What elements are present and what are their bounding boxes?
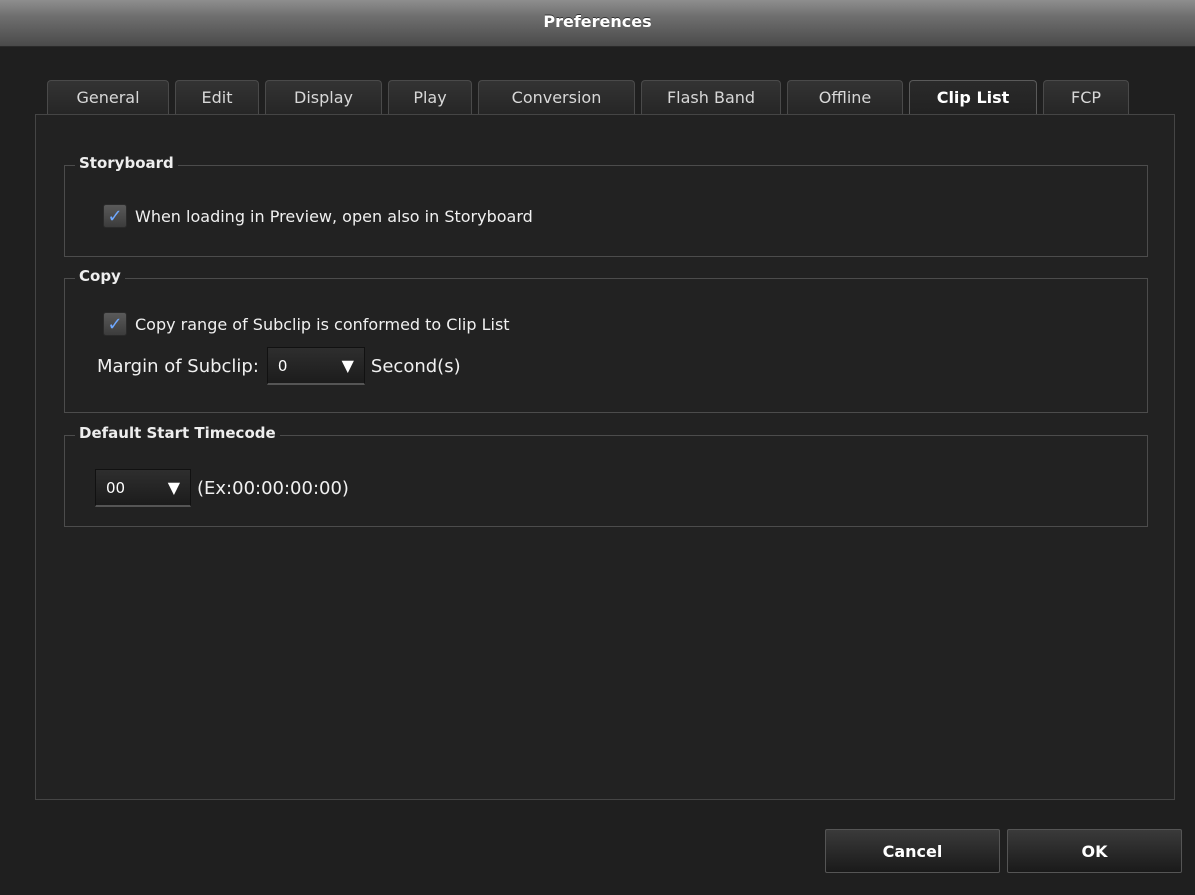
clip-list-panel: Storyboard ✓ When loading in Preview, op… (35, 114, 1175, 800)
timecode-row: 00 ▼ (Ex:00:00:00:00) (95, 469, 349, 507)
tab-edit[interactable]: Edit (175, 80, 259, 114)
window-title: Preferences (543, 12, 652, 31)
timecode-hour-select[interactable]: 00 ▼ (95, 469, 191, 507)
storyboard-legend: Storyboard (75, 154, 178, 172)
timecode-hour-value: 00 (106, 478, 126, 497)
conform-checkbox-row[interactable]: ✓ Copy range of Subclip is conformed to … (103, 312, 510, 336)
tab-general[interactable]: General (47, 80, 169, 114)
timecode-example: (Ex:00:00:00:00) (197, 477, 349, 499)
tab-display[interactable]: Display (265, 80, 382, 114)
tab-bar: General Edit Display Play Conversion Fla… (47, 80, 1129, 114)
ok-button[interactable]: OK (1007, 829, 1182, 873)
tab-clip-list[interactable]: Clip List (909, 80, 1037, 114)
storyboard-checkbox-row[interactable]: ✓ When loading in Preview, open also in … (103, 204, 533, 228)
timecode-legend: Default Start Timecode (75, 424, 280, 442)
preferences-window: Preferences General Edit Display Play Co… (0, 0, 1195, 895)
storyboard-checkbox-label: When loading in Preview, open also in St… (135, 206, 533, 226)
title-bar[interactable]: Preferences (0, 0, 1195, 47)
timecode-group: Default Start Timecode 00 ▼ (Ex:00:00:00… (64, 424, 1148, 527)
triangle-down-icon: ▼ (167, 478, 180, 497)
tab-offline[interactable]: Offline (787, 80, 903, 114)
tab-flash-band[interactable]: Flash Band (641, 80, 781, 114)
copy-group: Copy ✓ Copy range of Subclip is conforme… (64, 267, 1148, 413)
margin-label: Margin of Subclip: (97, 355, 259, 377)
checkmark-icon[interactable]: ✓ (103, 204, 127, 228)
cancel-button[interactable]: Cancel (825, 829, 1000, 873)
storyboard-group: Storyboard ✓ When loading in Preview, op… (64, 154, 1148, 257)
copy-legend: Copy (75, 267, 125, 285)
margin-select[interactable]: 0 ▼ (266, 347, 365, 385)
checkmark-icon[interactable]: ✓ (103, 312, 127, 336)
tab-play[interactable]: Play (388, 80, 472, 114)
triangle-down-icon: ▼ (341, 356, 354, 375)
tab-conversion[interactable]: Conversion (478, 80, 635, 114)
margin-row: Margin of Subclip: 0 ▼ Second(s) (97, 347, 461, 385)
conform-checkbox-label: Copy range of Subclip is conformed to Cl… (135, 314, 510, 334)
margin-value: 0 (277, 356, 288, 375)
margin-unit: Second(s) (370, 355, 461, 377)
tab-fcp[interactable]: FCP (1043, 80, 1129, 114)
